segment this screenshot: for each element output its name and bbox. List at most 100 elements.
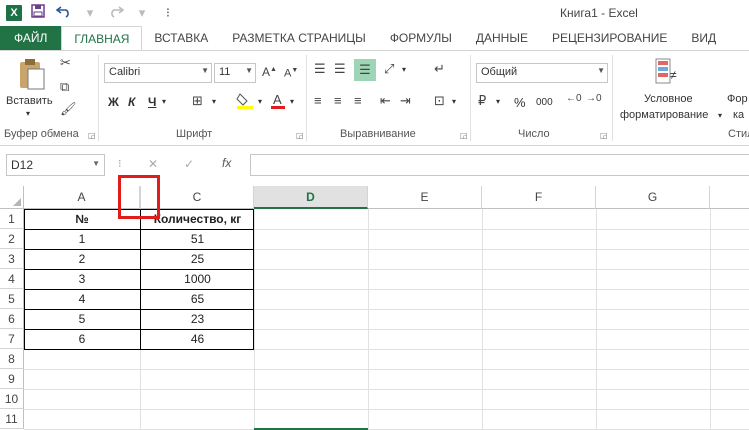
increase-decimal-icon[interactable]: ←0 xyxy=(566,93,582,104)
borders-dropdown-icon[interactable]: ▾ xyxy=(212,97,216,106)
format-as-table-label-1[interactable]: Фор xyxy=(727,93,748,105)
select-all-button[interactable] xyxy=(0,186,24,209)
save-icon[interactable] xyxy=(28,4,48,21)
alignment-launcher-icon[interactable]: ◲ xyxy=(460,131,468,140)
paste-dropdown-icon[interactable]: ▾ xyxy=(26,109,30,118)
clipboard-launcher-icon[interactable]: ◲ xyxy=(88,131,96,140)
header-cell-num[interactable]: № xyxy=(24,209,140,229)
wrap-text-icon[interactable]: ↵ xyxy=(434,61,445,77)
copy-icon[interactable]: ⧉ xyxy=(60,79,69,95)
tab-formulas[interactable]: ФОРМУЛЫ xyxy=(378,26,464,50)
currency-format-icon[interactable]: ₽ xyxy=(478,93,486,109)
row-header-8[interactable]: 8 xyxy=(0,349,24,369)
table-cell-num[interactable]: 1 xyxy=(24,229,140,249)
grow-font-icon[interactable]: A▲ xyxy=(262,65,277,79)
align-bottom-icon[interactable]: ☰ xyxy=(354,59,376,81)
row-header-7[interactable]: 7 xyxy=(0,329,24,349)
table-cell-num[interactable]: 3 xyxy=(24,269,140,289)
tab-page-layout[interactable]: РАЗМЕТКА СТРАНИЦЫ xyxy=(220,26,378,50)
merge-dropdown-icon[interactable]: ▾ xyxy=(452,97,456,106)
paste-button[interactable]: Вставить xyxy=(6,95,53,107)
orientation-dropdown-icon[interactable]: ▾ xyxy=(402,65,406,74)
enter-icon[interactable]: ✓ xyxy=(184,157,194,171)
format-as-table-label-2[interactable]: ка xyxy=(733,109,744,121)
table-cell-quantity[interactable]: 1000 xyxy=(141,269,254,289)
increase-indent-icon[interactable]: ⇥ xyxy=(400,93,411,109)
header-cell-quantity[interactable]: Количество, кг xyxy=(141,209,254,229)
cancel-icon[interactable]: ✕ xyxy=(148,157,158,171)
table-cell-quantity[interactable]: 65 xyxy=(141,289,254,309)
row-header-6[interactable]: 6 xyxy=(0,309,24,329)
table-cell-num[interactable]: 4 xyxy=(24,289,140,309)
row-header-1[interactable]: 1 xyxy=(0,209,24,229)
underline-dropdown-icon[interactable]: ▾ xyxy=(162,97,166,106)
name-box[interactable]: D12 ▼ xyxy=(6,154,105,176)
number-launcher-icon[interactable]: ◲ xyxy=(600,131,608,140)
row-header-9[interactable]: 9 xyxy=(0,369,24,389)
tab-insert[interactable]: ВСТАВКА xyxy=(142,26,220,50)
align-middle-icon[interactable]: ☰ xyxy=(334,61,346,77)
conditional-formatting-label-1[interactable]: Условное xyxy=(644,93,693,105)
font-color-dropdown-icon[interactable]: ▾ xyxy=(290,97,294,106)
tab-view[interactable]: ВИД xyxy=(679,26,728,50)
font-size-combo[interactable]: 11 ▼ xyxy=(214,63,256,83)
undo-dropdown-icon[interactable]: ▾ xyxy=(80,5,100,21)
format-painter-icon[interactable]: 🖌 xyxy=(60,101,77,117)
conditional-formatting-label-2[interactable]: форматирование xyxy=(620,109,708,121)
shrink-font-icon[interactable]: A▼ xyxy=(284,67,298,80)
column-header-e[interactable]: E xyxy=(368,186,482,209)
bold-button[interactable]: Ж xyxy=(108,95,119,109)
tab-file[interactable]: ФАЙЛ xyxy=(0,26,62,50)
align-top-icon[interactable]: ☰ xyxy=(314,61,326,77)
row-header-2[interactable]: 2 xyxy=(0,229,24,249)
table-cell-num[interactable]: 2 xyxy=(24,249,140,269)
row-header-4[interactable]: 4 xyxy=(0,269,24,289)
conditional-formatting-dropdown-icon[interactable]: ▾ xyxy=(718,111,722,120)
italic-button[interactable]: К xyxy=(128,95,135,109)
underline-button[interactable]: Ч xyxy=(148,95,156,109)
table-cell-quantity[interactable]: 25 xyxy=(141,249,254,269)
decrease-decimal-icon[interactable]: →0 xyxy=(586,93,602,104)
row-header-5[interactable]: 5 xyxy=(0,289,24,309)
number-format-combo[interactable]: Общий ▼ xyxy=(476,63,608,83)
percent-button[interactable]: % xyxy=(514,95,526,110)
font-name-combo[interactable]: Calibri ▼ xyxy=(104,63,212,83)
redo-icon[interactable] xyxy=(106,4,126,21)
customize-icon[interactable]: ⁝ xyxy=(158,5,178,21)
paste-icon[interactable] xyxy=(14,57,48,93)
redo-dropdown-icon[interactable]: ▾ xyxy=(132,5,152,21)
align-right-icon[interactable]: ≡ xyxy=(354,93,362,108)
formula-input[interactable] xyxy=(250,154,749,176)
font-launcher-icon[interactable]: ◲ xyxy=(296,131,304,140)
orientation-icon[interactable]: ⤢ xyxy=(384,61,394,77)
borders-icon[interactable]: ⊞ xyxy=(192,93,203,109)
tab-data[interactable]: ДАННЫЕ xyxy=(464,26,540,50)
cut-icon[interactable]: ✂ xyxy=(60,55,71,71)
decrease-indent-icon[interactable]: ⇤ xyxy=(380,93,391,109)
conditional-formatting-icon[interactable]: ≠ xyxy=(654,57,680,90)
row-header-10[interactable]: 10 xyxy=(0,389,24,409)
insert-function-icon[interactable]: fx xyxy=(222,156,231,170)
table-cell-quantity[interactable]: 23 xyxy=(141,309,254,329)
tab-home[interactable]: ГЛАВНАЯ xyxy=(61,26,143,50)
tab-review[interactable]: РЕЦЕНЗИРОВАНИЕ xyxy=(540,26,679,50)
row-header-3[interactable]: 3 xyxy=(0,249,24,269)
column-header-f[interactable]: F xyxy=(482,186,596,209)
table-cell-num[interactable]: 5 xyxy=(24,309,140,329)
column-header-g[interactable]: G xyxy=(596,186,710,209)
align-center-icon[interactable]: ≡ xyxy=(334,93,342,108)
column-header-h[interactable] xyxy=(710,186,749,209)
column-header-c[interactable]: C xyxy=(141,186,254,209)
row-header-11[interactable]: 11 xyxy=(0,409,24,429)
table-cell-quantity[interactable]: 51 xyxy=(141,229,254,249)
undo-icon[interactable] xyxy=(54,4,74,21)
fill-color-icon[interactable] xyxy=(236,91,254,112)
align-left-icon[interactable]: ≡ xyxy=(314,93,322,108)
merge-center-icon[interactable]: ⊡ xyxy=(434,93,445,109)
comma-style-button[interactable]: 000 xyxy=(536,97,553,108)
worksheet-grid[interactable]: A C D E F G 1 2 3 4 5 6 7 8 9 10 11 № Ко… xyxy=(0,186,749,430)
currency-dropdown-icon[interactable]: ▾ xyxy=(496,97,500,106)
column-header-d[interactable]: D xyxy=(254,186,368,209)
font-color-icon[interactable]: A xyxy=(270,91,286,112)
column-header-a[interactable]: A xyxy=(24,186,140,209)
